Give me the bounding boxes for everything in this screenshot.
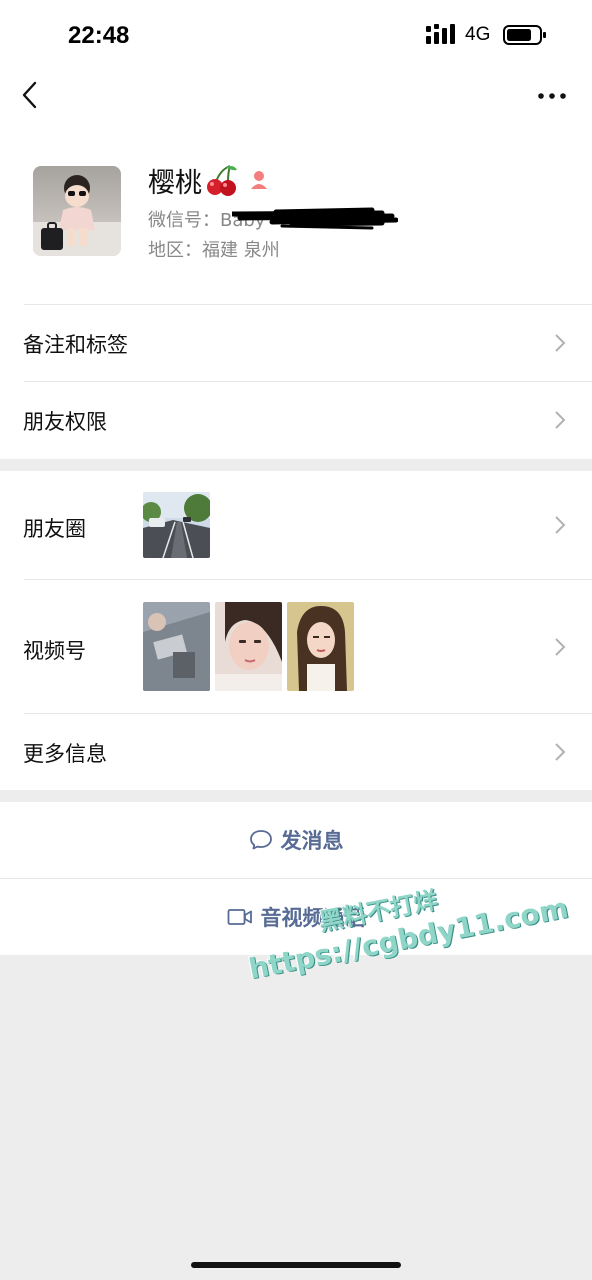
menu-item-more-info[interactable]: 更多信息: [0, 714, 592, 790]
avatar[interactable]: [33, 166, 121, 256]
region-label: 地区：: [148, 240, 202, 261]
name-row: 樱桃: [148, 160, 272, 200]
chevron-right-icon: [555, 638, 566, 656]
contact-name: 樱桃: [148, 167, 202, 199]
menu-item-label: 视频号: [23, 639, 86, 663]
moments-thumbnail: [143, 492, 210, 558]
chevron-right-icon: [555, 334, 566, 352]
wechat-id-label: 微信号：: [148, 210, 220, 231]
menu-item-label: 朋友权限: [23, 410, 107, 434]
menu-item-friend-permissions[interactable]: 朋友权限: [0, 382, 592, 458]
channels-thumbnail: [215, 602, 282, 691]
send-message-label: 发消息: [280, 829, 344, 853]
region: 地区：福建 泉州: [148, 236, 280, 262]
battery-icon: [503, 25, 546, 45]
menu-item-remarks-tags[interactable]: 备注和标签: [0, 305, 592, 381]
menu-item-channels[interactable]: 视频号: [0, 580, 592, 713]
cherry-icon: [207, 165, 237, 196]
female-icon: [251, 171, 267, 189]
status-time: 22:48: [68, 22, 130, 49]
more-dots-icon[interactable]: [534, 84, 570, 108]
region-value: 福建 泉州: [202, 240, 280, 261]
chevron-right-icon: [555, 516, 566, 534]
channels-thumbnail: [287, 602, 354, 691]
redaction-scribble: [232, 207, 398, 230]
chevron-right-icon: [555, 411, 566, 429]
menu-item-moments[interactable]: 朋友圈: [0, 471, 592, 579]
home-indicator[interactable]: [191, 1262, 401, 1268]
chat-bubble-icon: [249, 830, 272, 850]
signal-icon: [426, 24, 455, 44]
menu-item-label: 朋友圈: [23, 517, 86, 541]
section-gap: [0, 459, 592, 471]
section-gap: [0, 790, 592, 802]
back-chevron-icon[interactable]: [14, 78, 48, 112]
chevron-right-icon: [555, 743, 566, 761]
menu-item-label: 备注和标签: [23, 333, 128, 357]
menu-item-label: 更多信息: [23, 742, 107, 766]
network-type: 4G: [465, 24, 491, 45]
channels-thumbnail: [143, 602, 210, 691]
